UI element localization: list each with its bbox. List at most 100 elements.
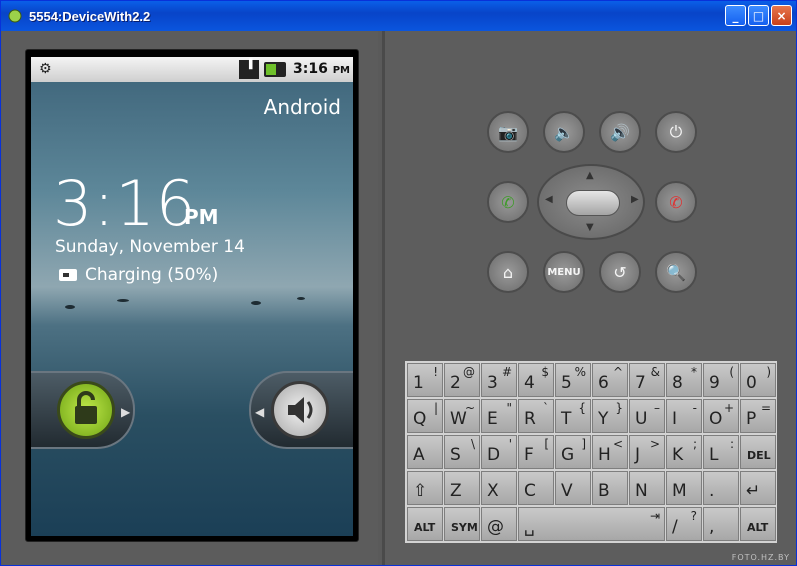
key-ALT[interactable]: ALT (740, 507, 776, 541)
key-alt-label: @ (463, 365, 475, 379)
device-screen[interactable]: ⚙ ▐ 3:16 PM Android 3:16 PM Sunday, Nove… (31, 57, 353, 536)
key-6[interactable]: 6 ^ (592, 363, 628, 397)
sound-toggle-tab[interactable]: ◀ (249, 371, 353, 449)
key-⇧[interactable]: ⇧ (407, 471, 443, 505)
key-5[interactable]: 5% (555, 363, 591, 397)
key-label: @ (487, 517, 504, 537)
key-J[interactable]: J > (629, 435, 665, 469)
key-4[interactable]: 4 $ (518, 363, 554, 397)
key-alt-label: > (649, 437, 660, 451)
key-label: O (709, 409, 723, 429)
key-U[interactable]: U – (629, 399, 665, 433)
dpad-up-icon[interactable]: ▲ (586, 170, 594, 181)
key-R[interactable]: R ` (518, 399, 554, 433)
volume-up-button[interactable]: 🔊 (599, 111, 641, 153)
key-F[interactable]: F[ (518, 435, 554, 469)
key-S[interactable]: S \ (444, 435, 480, 469)
power-button[interactable]: ⏻ (655, 111, 697, 153)
key-SYM[interactable]: SYM (444, 507, 480, 541)
dpad-left-icon[interactable]: ◀ (545, 194, 553, 205)
key-N[interactable]: N (629, 471, 665, 505)
key-0[interactable]: 0) (740, 363, 776, 397)
key-3[interactable]: 3 # (481, 363, 517, 397)
dpad-center-button[interactable] (566, 190, 620, 216)
end-call-button[interactable]: ✆ (655, 181, 697, 223)
close-button[interactable]: × (771, 5, 792, 26)
key-C[interactable]: C (518, 471, 554, 505)
key-label: H (598, 445, 611, 465)
menu-button[interactable]: MENU (543, 251, 585, 293)
key-label: G (561, 445, 575, 465)
key-label: S (450, 445, 461, 465)
key-label: Y (598, 409, 609, 429)
volume-up-icon: 🔊 (610, 122, 630, 142)
key-D[interactable]: D ' (481, 435, 517, 469)
key-@[interactable]: @ (481, 507, 517, 541)
key-label: SYM (451, 521, 478, 534)
key-␣[interactable]: ␣ ⇥ (518, 507, 665, 541)
key-Q[interactable]: Q | (407, 399, 443, 433)
key-X[interactable]: X (481, 471, 517, 505)
dpad-right-icon[interactable]: ▶ (631, 194, 639, 205)
maximize-button[interactable]: □ (748, 5, 769, 26)
key-↵[interactable]: ↵ (740, 471, 776, 505)
status-bar[interactable]: ⚙ ▐ 3:16 PM (31, 57, 353, 82)
key-alt-label: ^ (612, 365, 623, 379)
key-M[interactable]: M (666, 471, 702, 505)
key-L[interactable]: L: (703, 435, 739, 469)
key-label: J (635, 445, 641, 465)
key-E[interactable]: E " (481, 399, 517, 433)
key-A[interactable]: A (407, 435, 443, 469)
key-alt-label: ⇥ (649, 509, 660, 523)
key-label: T (561, 409, 572, 429)
key-alt-label: ' (508, 437, 512, 451)
key-8[interactable]: 8 * (666, 363, 702, 397)
call-button[interactable]: ✆ (487, 181, 529, 223)
key-H[interactable]: H < (592, 435, 628, 469)
key-9[interactable]: 9( (703, 363, 739, 397)
key-B[interactable]: B (592, 471, 628, 505)
key-7[interactable]: 7 & (629, 363, 665, 397)
title-bar[interactable]: 5554:DeviceWith2.2 _ □ × (1, 1, 796, 31)
key-.[interactable]: . (703, 471, 739, 505)
key-/[interactable]: /? (666, 507, 702, 541)
sound-on-icon[interactable] (271, 381, 329, 439)
charging-status: Charging (50%) (59, 265, 218, 285)
key-G[interactable]: G] (555, 435, 591, 469)
key-1[interactable]: 1! (407, 363, 443, 397)
window-title: 5554:DeviceWith2.2 (29, 8, 151, 24)
lock-ampm: PM (184, 205, 219, 229)
hardware-keyboard: 1! 2 @3 #4 $5% 6 ^ 7 & 8 * 9(0) Q | W ~ E " R ` T{Y} U – I - O + P =… (405, 361, 777, 543)
key-T[interactable]: T{ (555, 399, 591, 433)
key-,[interactable]: , (703, 507, 739, 541)
key-label: ALT (414, 521, 436, 534)
dpad-down-icon[interactable]: ▼ (586, 222, 594, 233)
dpad[interactable]: ▲ ▼ ◀ ▶ (537, 164, 645, 240)
key-label: 3 (487, 373, 498, 393)
volume-down-button[interactable]: 🔈 (543, 111, 585, 153)
home-button[interactable]: ⌂ (487, 251, 529, 293)
lock-date: Sunday, November 14 (55, 237, 245, 257)
key-2[interactable]: 2 @ (444, 363, 480, 397)
key-alt-label: ) (766, 365, 771, 379)
unlock-icon[interactable] (57, 381, 115, 439)
key-I[interactable]: I- (666, 399, 702, 433)
key-alt-label: % (574, 365, 586, 379)
camera-button[interactable]: 📷 (487, 111, 529, 153)
key-Z[interactable]: Z (444, 471, 480, 505)
key-P[interactable]: P = (740, 399, 776, 433)
key-label: ␣ (524, 517, 535, 537)
search-button[interactable]: 🔍 (655, 251, 697, 293)
back-button[interactable]: ↺ (599, 251, 641, 293)
key-O[interactable]: O + (703, 399, 739, 433)
key-label: 5 (561, 373, 572, 393)
key-V[interactable]: V (555, 471, 591, 505)
key-label: V (561, 481, 573, 501)
key-Y[interactable]: Y} (592, 399, 628, 433)
key-K[interactable]: K; (666, 435, 702, 469)
key-ALT[interactable]: ALT (407, 507, 443, 541)
unlock-tab[interactable]: ▶ (31, 371, 135, 449)
key-W[interactable]: W ~ (444, 399, 480, 433)
key-DEL[interactable]: DEL (740, 435, 776, 469)
minimize-button[interactable]: _ (725, 5, 746, 26)
